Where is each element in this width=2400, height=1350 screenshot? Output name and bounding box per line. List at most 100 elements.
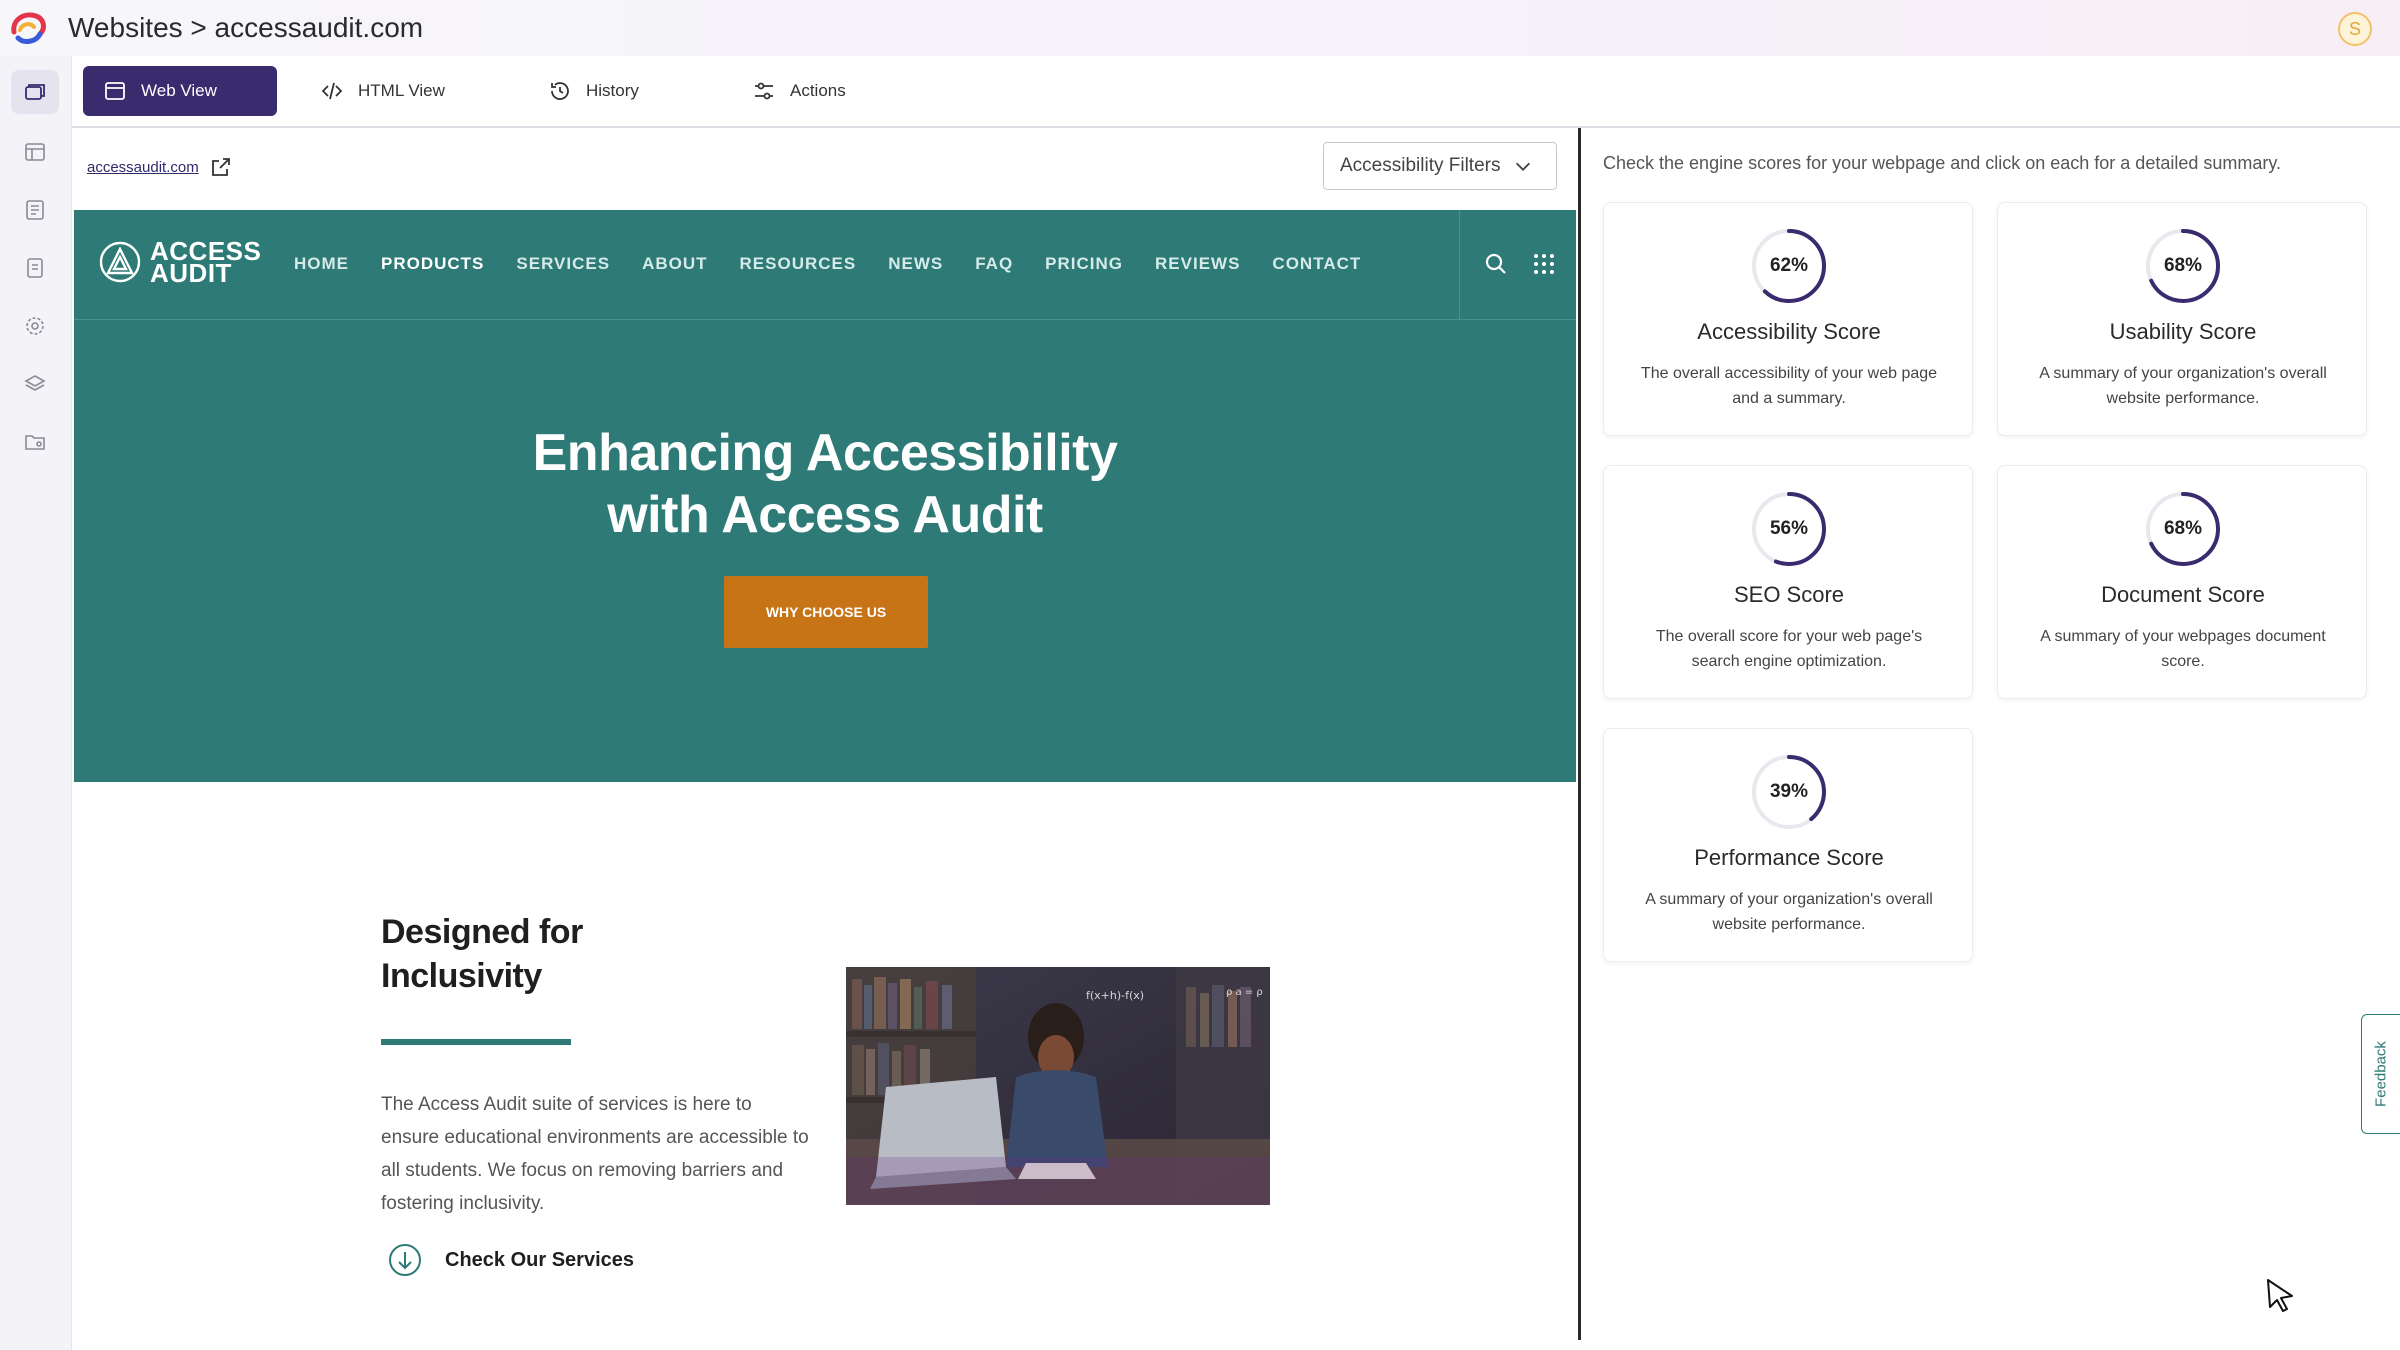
tab-label: Web View <box>141 81 217 100</box>
document-icon <box>27 258 43 278</box>
folder-icon <box>25 435 45 450</box>
sidebar-item-document[interactable] <box>11 246 59 290</box>
sidebar-item-layers[interactable] <box>11 362 59 406</box>
site-logo[interactable]: ACCESS AUDIT <box>98 238 261 286</box>
score-percent: 62% <box>1769 255 1809 276</box>
user-avatar[interactable]: S <box>2338 12 2372 46</box>
site-nav-resources[interactable]: RESOURCES <box>740 254 857 274</box>
app-logo-icon[interactable] <box>6 8 50 48</box>
hero-title: Enhancing Accessibility with Access Audi… <box>74 422 1576 546</box>
tab-label: HTML View <box>358 81 445 100</box>
site-nav-products[interactable]: PRODUCTS <box>381 254 484 274</box>
score-description: The overall accessibility of your web pa… <box>1640 365 1938 407</box>
view-toolbar: Web View HTML View History Actions <box>72 56 2400 128</box>
sidebar-item-settings[interactable] <box>11 304 59 348</box>
apps-grid-icon[interactable] <box>1532 252 1556 276</box>
student-photo: f(x+h)-f(x) ρ a = ρ <box>846 967 1270 1205</box>
score-description: A summary of your webpages document scor… <box>2040 628 2326 670</box>
section-underline <box>381 1039 571 1045</box>
arrow-down-circle-icon <box>389 1244 421 1276</box>
site-navbar: ACCESS AUDIT HOME PRODUCTS SERVICES ABOU… <box>74 210 1576 320</box>
photo-formula-text-2: ρ a = ρ <box>1226 987 1263 998</box>
history-icon <box>551 82 569 100</box>
search-icon[interactable] <box>1482 250 1510 278</box>
tab-web-view[interactable]: Web View <box>83 66 277 116</box>
tab-actions[interactable]: Actions <box>732 66 866 116</box>
settings-icon <box>26 317 44 335</box>
cta-label: Check Our Services <box>445 1248 634 1271</box>
url-bar: accessaudit.com <box>87 155 233 179</box>
score-percent: 68% <box>2163 255 2203 276</box>
tab-history[interactable]: History <box>528 66 659 116</box>
site-nav-menu: HOME PRODUCTS SERVICES ABOUT RESOURCES N… <box>294 254 1393 274</box>
browser-window-icon <box>105 82 125 100</box>
why-choose-us-button[interactable]: WHY CHOOSE US <box>724 576 928 648</box>
dashboard-icon <box>25 143 45 161</box>
site-nav-about[interactable]: ABOUT <box>642 254 707 274</box>
layers-icon <box>24 375 46 391</box>
feedback-tab[interactable]: Feedback <box>2361 1014 2400 1134</box>
hero-banner: Enhancing Accessibility with Access Audi… <box>74 320 1576 782</box>
external-link-icon[interactable] <box>209 155 233 179</box>
score-title: Accessibility Score <box>1697 319 1881 344</box>
site-nav-reviews[interactable]: REVIEWS <box>1155 254 1240 274</box>
site-nav-home[interactable]: HOME <box>294 254 349 274</box>
score-card-document[interactable]: 68% Document Score A summary of your web… <box>1997 465 2367 699</box>
section-title: Designed for Inclusivity <box>381 910 583 998</box>
sidebar-item-report[interactable] <box>11 188 59 232</box>
sidebar-item-folder[interactable] <box>11 420 59 464</box>
accessibility-filters-dropdown[interactable]: Accessibility Filters <box>1323 142 1557 190</box>
site-nav-news[interactable]: NEWS <box>888 254 943 274</box>
check-services-link[interactable]: Check Our Services <box>387 1242 634 1278</box>
site-nav-pricing[interactable]: PRICING <box>1045 254 1123 274</box>
score-description: A summary of your organization's overall… <box>1645 891 1933 933</box>
pages-icon <box>25 84 45 100</box>
score-title: Usability Score <box>2109 319 2257 344</box>
hero-title-line1: Enhancing Accessibility <box>532 424 1118 482</box>
score-title: Document Score <box>2101 582 2265 607</box>
tab-label: Actions <box>790 81 846 100</box>
nav-divider <box>1459 210 1460 320</box>
left-sidebar <box>0 56 72 1350</box>
score-card-accessibility[interactable]: 62% Accessibility Score The overall acce… <box>1603 202 1973 436</box>
score-percent: 68% <box>2163 518 2203 539</box>
score-description: The overall score for your web page's se… <box>1655 628 1923 670</box>
breadcrumb: Websites > accessaudit.com <box>68 12 424 43</box>
section-title-line2: Inclusivity <box>381 957 542 995</box>
code-icon <box>321 82 343 100</box>
site-nav-faq[interactable]: FAQ <box>975 254 1013 274</box>
scores-panel: Check the engine scores for your webpage… <box>1582 128 2400 1350</box>
score-percent: 39% <box>1769 781 1809 802</box>
pane-splitter[interactable] <box>1578 128 1581 1340</box>
student-studying-image: f(x+h)-f(x) ρ a = ρ <box>846 967 1270 1205</box>
score-description: A summary of your organization's overall… <box>2039 365 2327 407</box>
score-card-performance[interactable]: 39% Performance Score A summary of your … <box>1603 728 1973 962</box>
report-icon <box>26 200 44 220</box>
site-url-link[interactable]: accessaudit.com <box>87 159 199 176</box>
section-body-text: The Access Audit suite of services is he… <box>381 1094 809 1214</box>
score-percent: 56% <box>1769 518 1809 539</box>
site-nav-services[interactable]: SERVICES <box>516 254 610 274</box>
title-bar: Websites > accessaudit.com S <box>0 0 2400 56</box>
hero-title-line2: with Access Audit <box>607 486 1043 544</box>
site-nav-contact[interactable]: CONTACT <box>1272 254 1361 274</box>
score-card-usability[interactable]: 68% Usability Score A summary of your or… <box>1997 202 2367 436</box>
mouse-cursor-icon <box>2267 1279 2293 1312</box>
web-preview-pane: accessaudit.com Accessibility Filters AC… <box>72 128 1580 1350</box>
chevron-down-icon <box>1516 162 1531 171</box>
score-title: SEO Score <box>1733 582 1845 607</box>
tab-label: History <box>586 81 639 100</box>
section-title-line1: Designed for <box>381 913 583 951</box>
access-audit-logo-icon <box>99 241 141 283</box>
sidebar-item-dashboard[interactable] <box>11 130 59 174</box>
feedback-label: Feedback <box>2372 1041 2390 1107</box>
filters-label: Accessibility Filters <box>1340 155 1501 176</box>
score-card-seo[interactable]: 56% SEO Score The overall score for your… <box>1603 465 1973 699</box>
tab-html-view[interactable]: HTML View <box>300 66 465 116</box>
website-preview: ACCESS AUDIT HOME PRODUCTS SERVICES ABOU… <box>74 210 1576 1350</box>
photo-formula-text: f(x+h)-f(x) <box>1086 989 1144 1002</box>
sliders-icon <box>755 82 773 100</box>
sidebar-item-pages[interactable] <box>11 70 59 114</box>
scores-intro: Check the engine scores for your webpage… <box>1603 153 2282 173</box>
score-title: Performance Score <box>1694 845 1884 870</box>
